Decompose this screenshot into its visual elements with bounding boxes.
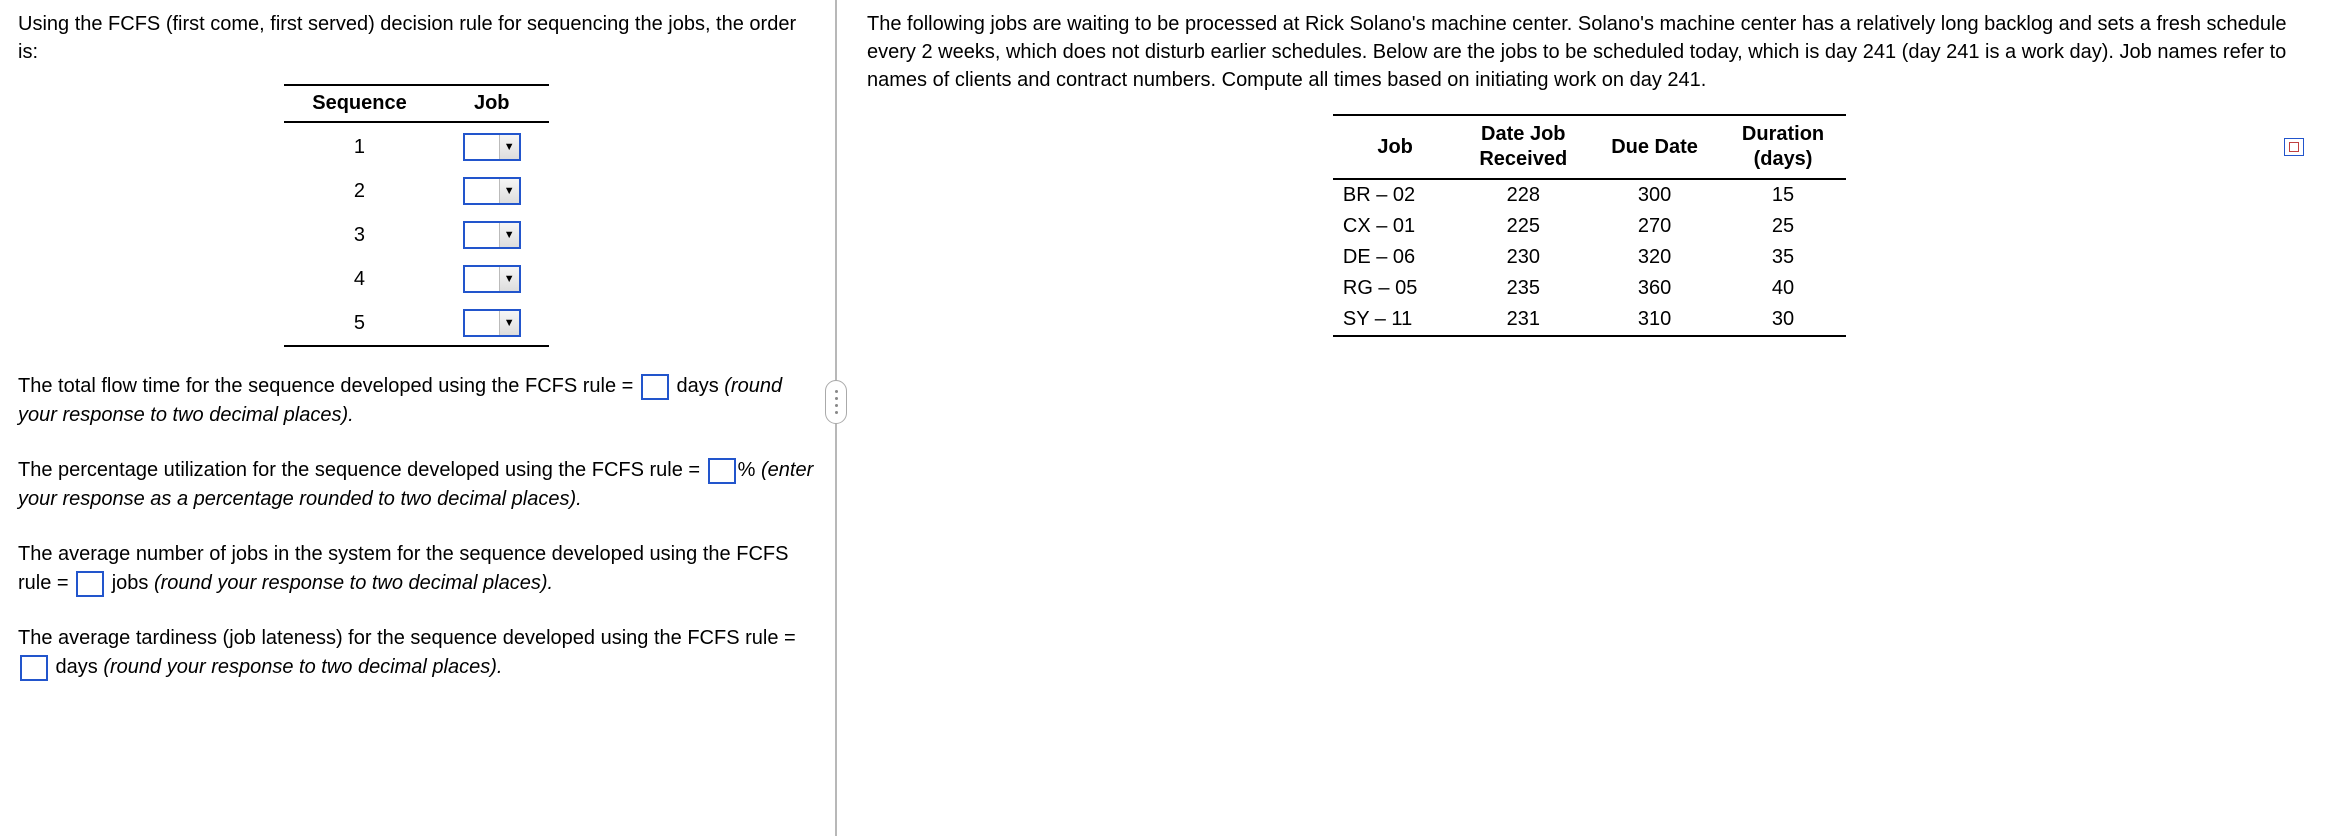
avg-jobs-input[interactable] bbox=[76, 571, 104, 597]
seq-number: 2 bbox=[284, 169, 434, 213]
chevron-down-icon: ▼ bbox=[499, 135, 519, 159]
date-received: 231 bbox=[1457, 304, 1589, 336]
duration: 15 bbox=[1720, 179, 1846, 211]
data-table-icon[interactable] bbox=[2284, 138, 2304, 156]
flow-time-input[interactable] bbox=[641, 374, 669, 400]
seq-number: 1 bbox=[284, 122, 434, 169]
header-job: Job bbox=[1333, 115, 1457, 179]
seq-number: 5 bbox=[284, 301, 434, 346]
table-row: RG – 05 235 360 40 bbox=[1333, 273, 1846, 304]
job-select-1[interactable]: ▼ bbox=[463, 133, 521, 161]
table-row: 3 ▼ bbox=[284, 213, 548, 257]
job-name: SY – 11 bbox=[1333, 304, 1457, 336]
sequence-table: Sequence Job 1 ▼ 2 ▼ 3 ▼ 4 bbox=[284, 84, 548, 347]
chevron-down-icon: ▼ bbox=[499, 311, 519, 335]
fc-fs-intro: Using the FCFS (first come, first served… bbox=[18, 10, 815, 66]
due-date: 320 bbox=[1589, 242, 1720, 273]
seq-number: 4 bbox=[284, 257, 434, 301]
due-date: 270 bbox=[1589, 211, 1720, 242]
header-sequence: Sequence bbox=[284, 85, 434, 122]
date-received: 228 bbox=[1457, 179, 1589, 211]
right-panel: The following jobs are waiting to be pro… bbox=[837, 0, 2332, 836]
due-date: 360 bbox=[1589, 273, 1720, 304]
jobs-data-table: Job Date JobReceived Due Date Duration(d… bbox=[1333, 114, 1846, 337]
chevron-down-icon: ▼ bbox=[499, 223, 519, 247]
due-date: 310 bbox=[1589, 304, 1720, 336]
date-received: 225 bbox=[1457, 211, 1589, 242]
utilization-input[interactable] bbox=[708, 458, 736, 484]
header-due-date: Due Date bbox=[1589, 115, 1720, 179]
header-date-received: Date JobReceived bbox=[1457, 115, 1589, 179]
job-select-4[interactable]: ▼ bbox=[463, 265, 521, 293]
job-name: DE – 06 bbox=[1333, 242, 1457, 273]
left-panel: Using the FCFS (first come, first served… bbox=[0, 0, 835, 836]
job-select-2[interactable]: ▼ bbox=[463, 177, 521, 205]
job-select-5[interactable]: ▼ bbox=[463, 309, 521, 337]
table-row: CX – 01 225 270 25 bbox=[1333, 211, 1846, 242]
question-flow-time: The total flow time for the sequence dev… bbox=[18, 372, 815, 430]
duration: 30 bbox=[1720, 304, 1846, 336]
job-name: RG – 05 bbox=[1333, 273, 1457, 304]
job-select-3[interactable]: ▼ bbox=[463, 221, 521, 249]
header-duration: Duration(days) bbox=[1720, 115, 1846, 179]
table-row: 4 ▼ bbox=[284, 257, 548, 301]
chevron-down-icon: ▼ bbox=[499, 179, 519, 203]
chevron-down-icon: ▼ bbox=[499, 267, 519, 291]
table-row: BR – 02 228 300 15 bbox=[1333, 179, 1846, 211]
question-utilization: The percentage utilization for the seque… bbox=[18, 456, 815, 514]
table-row: SY – 11 231 310 30 bbox=[1333, 304, 1846, 336]
problem-description: The following jobs are waiting to be pro… bbox=[867, 10, 2312, 94]
table-row: 5 ▼ bbox=[284, 301, 548, 346]
duration: 40 bbox=[1720, 273, 1846, 304]
table-row: 1 ▼ bbox=[284, 122, 548, 169]
job-name: BR – 02 bbox=[1333, 179, 1457, 211]
table-row: DE – 06 230 320 35 bbox=[1333, 242, 1846, 273]
job-name: CX – 01 bbox=[1333, 211, 1457, 242]
date-received: 230 bbox=[1457, 242, 1589, 273]
tardiness-input[interactable] bbox=[20, 655, 48, 681]
duration: 25 bbox=[1720, 211, 1846, 242]
date-received: 235 bbox=[1457, 273, 1589, 304]
table-row: 2 ▼ bbox=[284, 169, 548, 213]
due-date: 300 bbox=[1589, 179, 1720, 211]
question-avg-jobs: The average number of jobs in the system… bbox=[18, 540, 815, 598]
duration: 35 bbox=[1720, 242, 1846, 273]
seq-number: 3 bbox=[284, 213, 434, 257]
header-job: Job bbox=[435, 85, 549, 122]
question-tardiness: The average tardiness (job lateness) for… bbox=[18, 624, 815, 682]
